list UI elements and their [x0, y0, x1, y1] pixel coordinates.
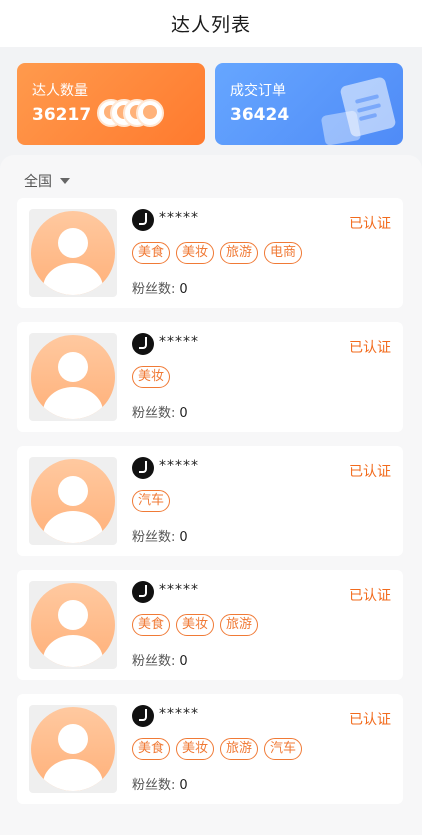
avatar [29, 457, 117, 545]
fan-count: 粉丝数: 0 [132, 278, 188, 297]
fan-count-value: 0 [179, 530, 188, 545]
verified-badge: 已认证 [349, 464, 391, 480]
avatar [29, 705, 117, 793]
avatar-stack-icon [97, 99, 171, 131]
fan-count-value: 0 [179, 654, 188, 669]
influencer-card[interactable]: ***** 已认证 美妆 粉丝数: 0 [17, 322, 403, 432]
tag-list: 美食 美妆 旅游 电商 [132, 242, 303, 264]
fan-count: 粉丝数: 0 [132, 650, 188, 669]
tag-list: 美食 美妆 旅游 汽车 [132, 738, 303, 760]
avatar [29, 209, 117, 297]
fan-count-label: 粉丝数: [132, 530, 176, 545]
fan-count-label: 粉丝数: [132, 778, 176, 793]
tag-list: 汽车 [132, 490, 171, 512]
category-tag: 美食 [132, 614, 171, 636]
fan-count-label: 粉丝数: [132, 282, 176, 297]
order-count-value: 36424 [230, 105, 290, 125]
category-tag: 旅游 [220, 242, 259, 264]
influencer-card[interactable]: ***** 已认证 美食 美妆 旅游 粉丝数: 0 [17, 570, 403, 680]
order-count-label: 成交订单 [230, 83, 286, 99]
tag-list: 美食 美妆 旅游 [132, 614, 259, 636]
fan-count-value: 0 [179, 406, 188, 421]
verified-badge: 已认证 [349, 340, 391, 356]
influencer-name: ***** [159, 458, 199, 474]
fan-count: 粉丝数: 0 [132, 774, 188, 793]
category-tag: 汽车 [132, 490, 171, 512]
category-tag: 美食 [132, 738, 171, 760]
fan-count: 粉丝数: 0 [132, 402, 188, 421]
category-tag: 旅游 [220, 614, 259, 636]
influencer-name: ***** [159, 706, 199, 722]
influencer-list: ***** 已认证 美食 美妆 旅游 电商 粉丝数: 0 ***** 已认证 美妆 粉丝… [17, 198, 403, 818]
verified-badge: 已认证 [349, 588, 391, 604]
region-filter[interactable]: 全国 [24, 171, 70, 191]
influencer-name: ***** [159, 334, 199, 350]
category-tag: 电商 [264, 242, 303, 264]
fan-count-label: 粉丝数: [132, 654, 176, 669]
influencer-count-card[interactable]: 达人数量 36217 [17, 63, 205, 145]
category-tag: 旅游 [220, 738, 259, 760]
stats-row: 达人数量 36217 成交订单 36424 [17, 63, 403, 145]
category-tag: 汽车 [264, 738, 303, 760]
influencer-panel: 全国 ***** 已认证 美食 美妆 旅游 电商 粉丝数: 0 ***** 已认证 美妆… [0, 155, 422, 835]
avatar [29, 333, 117, 421]
category-tag: 美妆 [176, 738, 215, 760]
influencer-card[interactable]: ***** 已认证 汽车 粉丝数: 0 [17, 446, 403, 556]
tiktok-icon [132, 333, 154, 355]
category-tag: 美妆 [132, 366, 171, 388]
top-bar: 达人列表 [0, 0, 422, 47]
fan-count: 粉丝数: 0 [132, 526, 188, 545]
influencer-name: ***** [159, 210, 199, 226]
influencer-card[interactable]: ***** 已认证 美食 美妆 旅游 汽车 粉丝数: 0 [17, 694, 403, 804]
caret-down-icon [60, 178, 70, 184]
verified-badge: 已认证 [349, 216, 391, 232]
fan-count-label: 粉丝数: [132, 406, 176, 421]
category-tag: 美妆 [176, 242, 215, 264]
order-count-card[interactable]: 成交订单 36424 [215, 63, 403, 145]
avatar [29, 581, 117, 669]
influencer-count-value: 36217 [32, 105, 92, 125]
verified-badge: 已认证 [349, 712, 391, 728]
fan-count-value: 0 [179, 778, 188, 793]
tiktok-icon [132, 209, 154, 231]
category-tag: 美食 [132, 242, 171, 264]
tag-list: 美妆 [132, 366, 171, 388]
document-icon [319, 73, 397, 145]
influencer-name: ***** [159, 582, 199, 598]
region-filter-label: 全国 [24, 174, 52, 190]
page-title: 达人列表 [170, 14, 251, 36]
tiktok-icon [132, 457, 154, 479]
influencer-card[interactable]: ***** 已认证 美食 美妆 旅游 电商 粉丝数: 0 [17, 198, 403, 308]
tiktok-icon [132, 705, 154, 727]
fan-count-value: 0 [179, 282, 188, 297]
tiktok-icon [132, 581, 154, 603]
influencer-count-label: 达人数量 [32, 83, 88, 99]
category-tag: 美妆 [176, 614, 215, 636]
